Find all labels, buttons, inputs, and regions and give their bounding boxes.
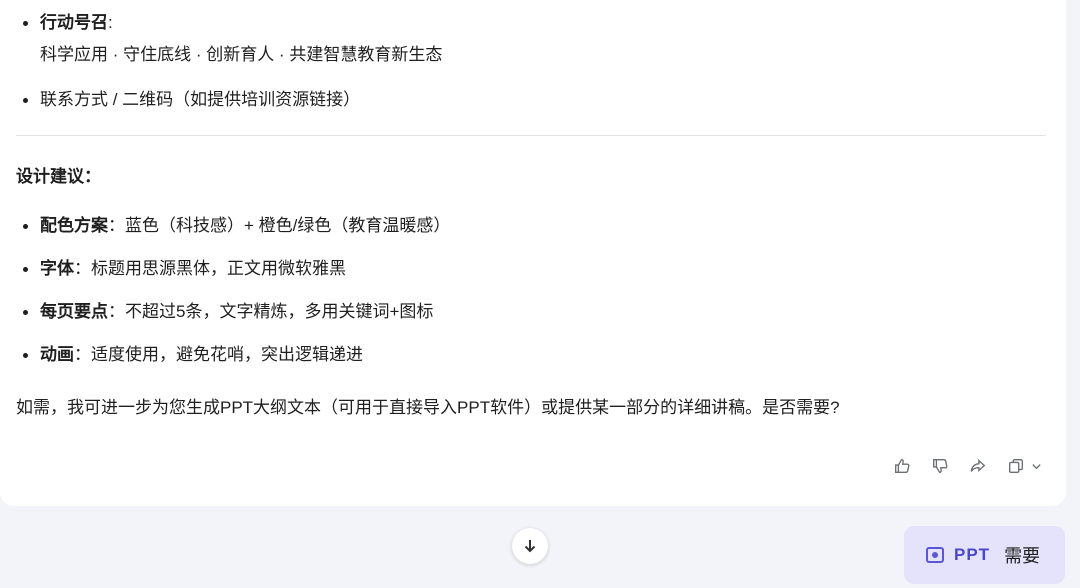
copy-icon[interactable] [1006, 456, 1026, 476]
assistant-message-card: 行动号召: 科学应用 · 守住底线 · 创新育人 · 共建智慧教育新生态 联系方… [0, 0, 1066, 506]
section-divider [16, 135, 1046, 136]
call-to-action-label: 行动号召 [40, 13, 108, 32]
design-item-animation: 动画：适度使用，避免花哨，突出逻辑递进 [16, 344, 1016, 387]
thumbs-up-icon[interactable] [892, 456, 912, 476]
design-item-label: 每页要点 [40, 302, 108, 321]
call-to-action-item: 行动号召: 科学应用 · 守住底线 · 创新育人 · 共建智慧教育新生态 [16, 12, 1016, 66]
design-heading: 设计建议： [16, 167, 101, 186]
contact-item: 联系方式 / 二维码（如提供培训资源链接） [16, 89, 1016, 111]
contact-text: 联系方式 / 二维码（如提供培训资源链接） [40, 90, 361, 109]
copy-menu[interactable] [1006, 456, 1042, 476]
share-icon[interactable] [968, 456, 988, 476]
design-item-label: 字体 [40, 259, 74, 278]
design-list: 配色方案：蓝色（科技感）+ 橙色/绿色（教育温暖感） 字体：标题用思源黑体，正文… [16, 215, 1016, 387]
contact-list: 联系方式 / 二维码（如提供培训资源链接） [16, 89, 1016, 111]
design-item-label: 动画 [40, 345, 74, 364]
scroll-to-bottom-button[interactable] [512, 528, 548, 564]
call-to-action-colon: : [108, 13, 113, 32]
design-item-color: 配色方案：蓝色（科技感）+ 橙色/绿色（教育温暖感） [16, 215, 1016, 258]
chevron-down-icon[interactable] [1030, 456, 1042, 476]
design-item-text: ：适度使用，避免花哨，突出逻辑递进 [74, 345, 363, 364]
ppt-icon [926, 547, 944, 563]
arrow-down-icon [524, 540, 536, 553]
ppt-suggestion-chip[interactable]: PPT 需要 [904, 526, 1065, 584]
design-item-text: ：蓝色（科技感）+ 橙色/绿色（教育温暖感） [108, 216, 451, 235]
closing-paragraph: 如需，我可进一步为您生成PPT大纲文本（可用于直接导入PPT软件）或提供某一部分… [16, 398, 840, 417]
design-item-label: 配色方案 [40, 216, 108, 235]
thumbs-down-icon[interactable] [930, 456, 950, 476]
design-item-points: 每页要点：不超过5条，文字精炼，多用关键词+图标 [16, 301, 1016, 344]
call-to-action-text: 科学应用 · 守住底线 · 创新育人 · 共建智慧教育新生态 [40, 45, 443, 64]
design-item-text: ：标题用思源黑体，正文用微软雅黑 [74, 259, 346, 278]
ppt-chip-extra: 需要 [1004, 546, 1041, 566]
call-to-action-list: 行动号召: 科学应用 · 守住底线 · 创新育人 · 共建智慧教育新生态 [16, 12, 1016, 66]
ppt-chip-label: PPT [954, 545, 991, 564]
message-actions [892, 456, 1042, 476]
design-item-text: ：不超过5条，文字精炼，多用关键词+图标 [108, 302, 434, 321]
design-item-font: 字体：标题用思源黑体，正文用微软雅黑 [16, 258, 1016, 301]
